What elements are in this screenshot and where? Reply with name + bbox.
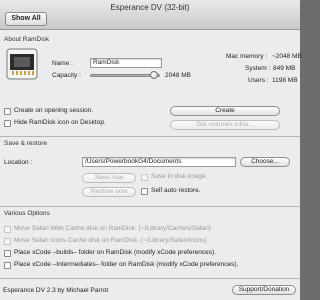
ramdisk-chip-icon bbox=[6, 48, 38, 80]
option-label: Move Safari Icons Cache disk on RamDisk.… bbox=[14, 237, 207, 244]
title-bar: Esperance DV (32-bit) Show All bbox=[0, 0, 300, 30]
save-in-disk-image-label: Save in disk image. bbox=[151, 173, 208, 180]
option-label: Move Safari Web Cache disk on RamDisk. (… bbox=[14, 225, 211, 232]
hide-icon-label: Hide RamDisk icon on Desktop. bbox=[14, 119, 106, 126]
preferences-window: Esperance DV (32-bit) Show All About Ram… bbox=[0, 0, 302, 300]
divider bbox=[0, 278, 300, 279]
location-field[interactable]: /Users/PowerbookG4/Documents bbox=[82, 157, 236, 167]
save-section-title: Save & restore bbox=[4, 140, 47, 147]
option-checkbox[interactable] bbox=[4, 226, 11, 233]
show-all-button[interactable]: Show All bbox=[5, 12, 47, 26]
option-label: Place xCode –Intermediates– folder on Ra… bbox=[14, 261, 239, 268]
capacity-label: Capacity : bbox=[52, 72, 81, 79]
credit-text: Esperance DV 2.3 by Michael Parrot bbox=[3, 287, 109, 294]
name-label: Name : bbox=[52, 60, 73, 67]
mac-memory-label: Mac memory : bbox=[226, 53, 268, 60]
save-in-disk-image-checkbox[interactable] bbox=[141, 174, 148, 181]
capacity-slider-knob[interactable] bbox=[150, 71, 159, 79]
create-button[interactable]: Create bbox=[170, 106, 280, 116]
hide-icon-checkbox[interactable] bbox=[4, 120, 11, 127]
self-auto-restore-checkbox[interactable] bbox=[141, 188, 148, 195]
restore-now-button[interactable]: Restore now bbox=[82, 187, 136, 197]
mac-memory-value: ~2048 MB bbox=[272, 53, 302, 60]
support-donation-button[interactable]: Support/Donation bbox=[232, 285, 296, 295]
about-section-title: About RamDisk bbox=[4, 36, 50, 43]
users-label: Users : bbox=[248, 77, 269, 84]
get-volumes-button[interactable]: Get volumes infos... bbox=[170, 120, 280, 130]
choose-button[interactable]: Choose... bbox=[240, 157, 290, 167]
option-checkbox[interactable] bbox=[4, 250, 11, 257]
system-label: System : bbox=[245, 65, 271, 72]
name-field[interactable]: RamDisk bbox=[90, 58, 162, 68]
option-checkbox[interactable] bbox=[4, 262, 11, 269]
create-on-open-label: Create on opening session. bbox=[14, 107, 94, 114]
self-auto-restore-label: Self auto restore. bbox=[151, 187, 201, 194]
option-checkbox[interactable] bbox=[4, 238, 11, 245]
window-title: Esperance DV (32-bit) bbox=[110, 3, 190, 12]
divider bbox=[0, 136, 300, 137]
capacity-value: 2048 MB bbox=[165, 72, 192, 79]
create-on-open-checkbox[interactable] bbox=[4, 108, 11, 115]
options-section-title: Various Options bbox=[4, 210, 50, 217]
option-label: Place xCode –builds– folder on RamDisk (… bbox=[14, 249, 216, 256]
system-value: 849 MB bbox=[273, 65, 296, 72]
divider bbox=[0, 206, 300, 207]
save-now-button[interactable]: Save now bbox=[82, 173, 136, 183]
location-label: Location : bbox=[4, 159, 33, 166]
users-value: 1198 MB bbox=[272, 77, 298, 84]
